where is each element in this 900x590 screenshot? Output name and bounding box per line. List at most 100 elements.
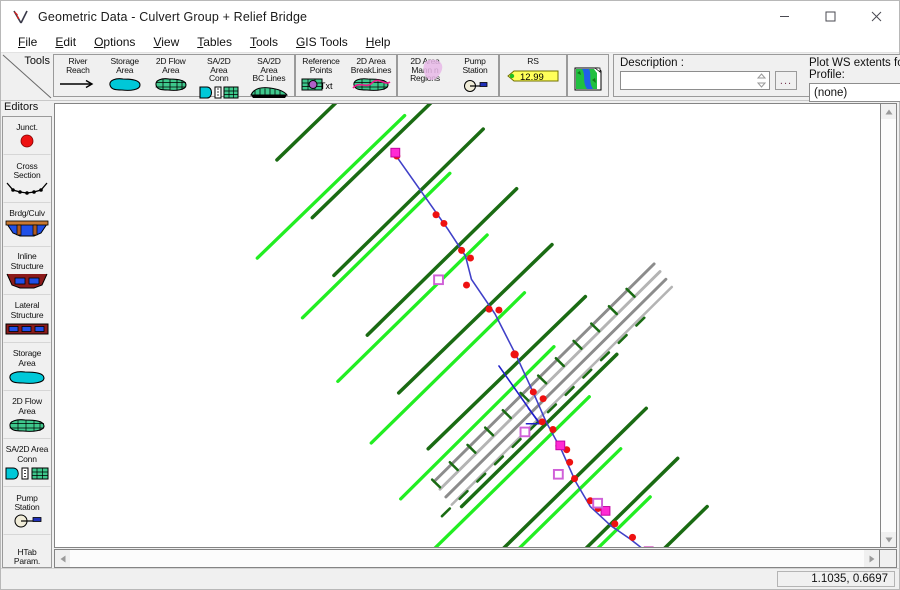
menu-gis-tools[interactable]: GIS Tools	[287, 33, 357, 51]
sidebar-item-storage-area[interactable]: Storage Area	[3, 343, 51, 391]
horizontal-scrollbar[interactable]	[54, 549, 880, 568]
bc-line-icon	[248, 84, 290, 101]
scroll-down-button[interactable]	[881, 532, 896, 547]
sidebar-item-inline-structure[interactable]: Inline Structure	[3, 247, 51, 295]
sidebar-item-bridge-culvert[interactable]: Brdg/Culv	[3, 203, 51, 247]
cursor-coordinates: 1.1035, 0.6697	[777, 571, 895, 587]
profile-select[interactable]: (none)	[809, 83, 900, 102]
maximize-button[interactable]	[807, 1, 853, 32]
toolbar-sa-2d-area-bc-lines[interactable]: SA/2D Area BC Lines	[243, 55, 295, 98]
toolbar-river-reach-label: River Reach	[66, 56, 90, 75]
pump-icon	[7, 513, 47, 528]
hecras-icon	[8, 4, 34, 30]
lateral-structure-icon	[4, 321, 50, 337]
toolbar: Tools River Reach Storage Area 2D Flow A…	[1, 53, 900, 102]
toolbar-river-station[interactable]: RS 12.99	[500, 55, 566, 96]
conn-icon	[4, 465, 50, 481]
toolbar-reference-points[interactable]: Reference Points Txt	[296, 55, 346, 96]
sidebar-item-2d-flow-area-label: 2D Flow Area	[12, 396, 42, 416]
description-label: Description :	[620, 57, 684, 69]
editors-sidebar: Editors Junct. Cross Section Brdg/Culv I…	[1, 101, 53, 568]
sidebar-item-inline-structure-label: Inline Structure	[10, 251, 44, 271]
menu-help[interactable]: Help	[357, 33, 400, 51]
menu-bar: FFileile Edit Options View Tables Tools …	[1, 32, 899, 53]
storage-blob-icon	[106, 75, 144, 93]
canvas-region	[53, 101, 899, 568]
mesh-blob-icon	[152, 75, 190, 93]
rs-tag-icon: 12.99	[504, 67, 562, 85]
toolbar-pump-station[interactable]: Pump Station	[452, 55, 498, 96]
description-group: Description : ...	[620, 57, 797, 90]
toolbar-group-rs: RS 12.99	[499, 54, 567, 97]
sidebar-item-sa-2d-area-conn[interactable]: SA/2D Area Conn	[3, 439, 51, 487]
description-spinner[interactable]	[756, 73, 767, 88]
horizontal-scroll-row	[54, 549, 897, 568]
toolbar-group-main: River Reach Storage Area 2D Flow Area SA…	[53, 54, 295, 99]
sidebar-item-sa-2d-area-conn-label: SA/2D Area Conn	[5, 444, 49, 464]
toolbar-group-gis	[567, 54, 609, 97]
scroll-right-button[interactable]	[864, 550, 879, 567]
pump-icon	[457, 75, 493, 93]
toolbar-2d-area-mann-regions-label: 2D Area Mann n Regions	[410, 56, 440, 84]
toolbar-group-mann: 2D Area Mann n Regions Pump Station	[397, 54, 499, 97]
toolbar-gis-layers[interactable]	[568, 55, 608, 96]
toolbar-storage-area-label: Storage Area	[110, 56, 140, 75]
breakline-icon	[350, 75, 392, 93]
toolbar-2d-area-breaklines[interactable]: 2D Area BreakLines	[346, 55, 396, 96]
body-area: Editors Junct. Cross Section Brdg/Culv I…	[1, 101, 899, 568]
sidebar-item-bridge-culvert-label: Brdg/Culv	[9, 207, 45, 218]
menu-tables[interactable]: Tables	[188, 33, 241, 51]
map-layers-icon	[573, 67, 603, 91]
toolbar-2d-flow-area-label: 2D Flow Area	[155, 56, 186, 75]
toolbar-sa-2d-area-conn-label: SA/2D Area Conn	[207, 56, 231, 84]
menu-edit[interactable]: Edit	[46, 33, 85, 51]
toolbar-2d-area-mann-regions[interactable]: 2D Area Mann n Regions	[398, 55, 452, 96]
geometric-data-window: Geometric Data - Culvert Group + Relief …	[0, 0, 900, 590]
toolbar-2d-area-breaklines-label: 2D Area BreakLines	[350, 56, 392, 75]
editors-button-stack: Junct. Cross Section Brdg/Culv Inline St…	[2, 116, 52, 568]
river-reach-schematic[interactable]	[54, 103, 880, 548]
scroll-left-button[interactable]	[55, 550, 70, 567]
toolbar-sa-2d-area-conn[interactable]: SA/2D Area Conn	[193, 55, 244, 99]
toolbar-group-2d: Reference Points Txt 2D Area BreakLines	[295, 54, 397, 97]
description-input[interactable]	[620, 71, 770, 90]
toolbar-river-reach[interactable]: River Reach	[54, 55, 102, 96]
sidebar-item-htab-param[interactable]: HTab Param.	[3, 535, 51, 567]
toolbar-pump-station-label: Pump Station	[462, 56, 488, 75]
menu-options[interactable]: Options	[85, 33, 144, 51]
status-bar: 1.1035, 0.6697	[1, 568, 899, 589]
menu-tools[interactable]: Tools	[241, 33, 287, 51]
scrollbar-corner	[880, 549, 897, 568]
profile-group: Plot WS extents for Profile: (none)	[809, 57, 900, 102]
menu-view[interactable]: View	[144, 33, 188, 51]
tools-tab[interactable]: Tools	[1, 53, 53, 100]
close-button[interactable]	[853, 1, 899, 32]
description-browse-button[interactable]: ...	[775, 71, 797, 90]
storage-blob-icon	[6, 369, 48, 385]
scroll-up-button[interactable]	[881, 104, 896, 119]
sidebar-item-pump-station[interactable]: Pump Station	[3, 487, 51, 535]
rs-tag-value: 12.99	[520, 72, 544, 83]
sidebar-item-lateral-structure[interactable]: Lateral Structure	[3, 295, 51, 343]
sidebar-item-storage-area-label: Storage Area	[12, 348, 42, 368]
red-circle-icon	[18, 133, 36, 149]
ref-points-icon: Txt	[300, 75, 342, 93]
minimize-button[interactable]	[761, 1, 807, 32]
inline-structure-icon	[4, 272, 50, 290]
toolbar-2d-flow-area[interactable]: 2D Flow Area	[147, 55, 194, 96]
editors-tab-label[interactable]: Editors	[1, 101, 53, 116]
profile-label: Plot WS extents for Profile:	[809, 57, 900, 81]
svg-text:Txt: Txt	[320, 81, 333, 91]
toolbar-river-station-label: RS	[527, 56, 539, 66]
vertical-scroll-track[interactable]	[881, 119, 896, 532]
vertical-scrollbar[interactable]	[880, 103, 897, 548]
mesh-blob-icon	[6, 417, 48, 433]
menu-file[interactable]: FFileile	[9, 33, 46, 51]
sidebar-item-junction[interactable]: Junct.	[3, 117, 51, 155]
arrow-right-line-icon	[58, 75, 98, 93]
horizontal-scroll-track[interactable]	[70, 550, 864, 567]
sidebar-item-cross-section[interactable]: Cross Section	[3, 155, 51, 203]
sidebar-item-2d-flow-area[interactable]: 2D Flow Area	[3, 391, 51, 439]
toolbar-reference-points-label: Reference Points	[302, 56, 340, 75]
toolbar-storage-area[interactable]: Storage Area	[101, 55, 148, 96]
